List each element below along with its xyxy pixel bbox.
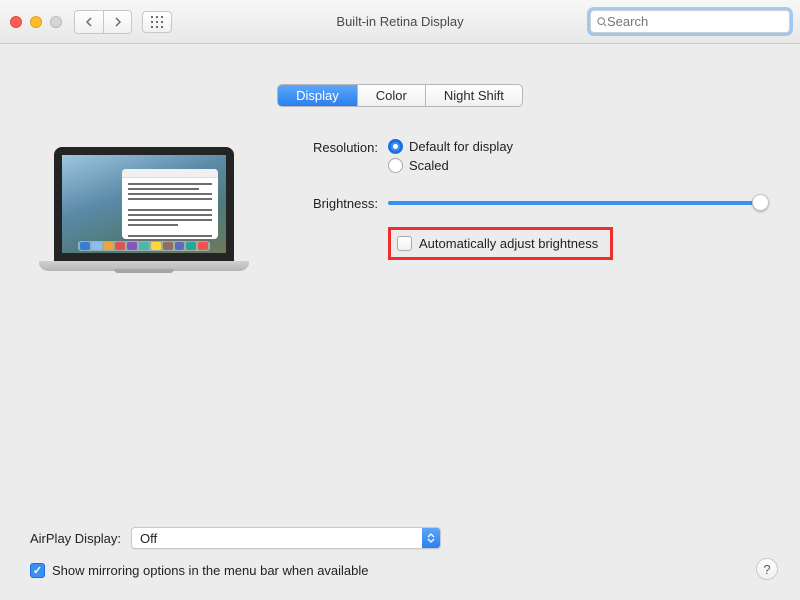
auto-brightness-checkbox[interactable]: Automatically adjust brightness [388, 227, 613, 260]
tab-display[interactable]: Display [278, 85, 357, 106]
traffic-lights [10, 16, 62, 28]
airplay-label: AirPlay Display: [30, 531, 121, 546]
tabs-row: Display Color Night Shift [0, 44, 800, 107]
brightness-slider[interactable] [388, 195, 766, 213]
grid-icon [151, 16, 163, 28]
brightness-label: Brightness: [284, 195, 388, 211]
view-tabs: Display Color Night Shift [277, 84, 523, 107]
search-input[interactable] [607, 14, 783, 29]
checkbox-icon [30, 563, 45, 578]
nav-back-forward [74, 10, 132, 34]
search-icon [597, 16, 607, 28]
minimize-button[interactable] [30, 16, 42, 28]
radio-icon [388, 139, 403, 154]
help-button[interactable]: ? [756, 558, 778, 580]
mirroring-label: Show mirroring options in the menu bar w… [52, 563, 369, 578]
chevron-right-icon [114, 17, 122, 27]
tab-color[interactable]: Color [357, 85, 425, 106]
help-icon: ? [763, 562, 770, 577]
zoom-button[interactable] [50, 16, 62, 28]
back-button[interactable] [75, 11, 103, 33]
auto-brightness-label: Automatically adjust brightness [419, 236, 598, 251]
airplay-popup[interactable]: Off [131, 527, 441, 549]
brightness-row: Brightness: [284, 195, 766, 213]
resolution-row: Resolution: Default for display Scaled [284, 139, 766, 173]
search-field-wrap[interactable] [590, 10, 790, 33]
resolution-radio-scaled[interactable]: Scaled [388, 158, 513, 173]
resolution-radio-default[interactable]: Default for display [388, 139, 513, 154]
mirroring-checkbox[interactable]: Show mirroring options in the menu bar w… [30, 563, 770, 578]
chevron-left-icon [85, 17, 93, 27]
airplay-row: AirPlay Display: Off [30, 527, 770, 549]
display-illustration [34, 135, 254, 285]
forward-button[interactable] [103, 11, 131, 33]
window-toolbar: Built-in Retina Display [0, 0, 800, 44]
slider-thumb-icon[interactable] [752, 194, 769, 211]
resolution-label: Resolution: [284, 139, 388, 155]
show-all-button[interactable] [142, 11, 172, 33]
popup-arrows-icon [422, 528, 440, 548]
tab-night-shift[interactable]: Night Shift [425, 85, 522, 106]
window-footer: AirPlay Display: Off Show mirroring opti… [0, 527, 800, 600]
close-button[interactable] [10, 16, 22, 28]
radio-icon [388, 158, 403, 173]
main-content: Resolution: Default for display Scaled B… [0, 107, 800, 285]
settings-column: Resolution: Default for display Scaled B… [284, 135, 766, 285]
checkbox-icon [397, 236, 412, 251]
airplay-value: Off [140, 531, 157, 546]
radio-label: Scaled [409, 158, 449, 173]
radio-label: Default for display [409, 139, 513, 154]
